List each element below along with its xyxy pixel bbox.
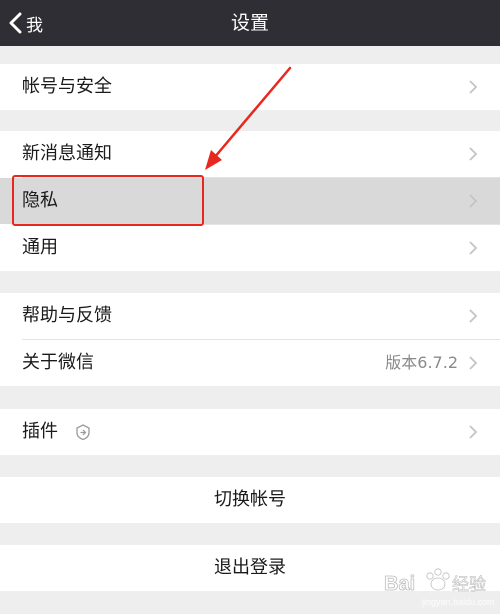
plugin-badge-icon (76, 424, 90, 441)
row-general[interactable]: 通用 (0, 225, 500, 271)
row-divider (22, 224, 500, 225)
switch-account-label: 切换帐号 (214, 489, 286, 510)
row-about-wechat[interactable]: 关于微信 版本6.7.2 (0, 340, 500, 386)
group-help: 帮助与反馈 关于微信 版本6.7.2 (0, 293, 500, 386)
group-general: 新消息通知 隐私 通用 (0, 131, 500, 271)
row-label: 新消息通知 (22, 143, 112, 164)
row-new-message-notifications[interactable]: 新消息通知 (0, 131, 500, 177)
group-account: 帐号与安全 (0, 64, 500, 110)
row-label: 关于微信 (22, 352, 94, 373)
row-privacy[interactable]: 隐私 (0, 178, 500, 224)
logout-label: 退出登录 (214, 557, 286, 578)
row-help-feedback[interactable]: 帮助与反馈 (0, 293, 500, 339)
row-account-security[interactable]: 帐号与安全 (0, 64, 500, 110)
svg-text:jingyan.baidu.com: jingyan.baidu.com (421, 597, 495, 607)
row-label: 帮助与反馈 (22, 305, 112, 326)
chevron-right-icon (469, 80, 478, 94)
chevron-left-icon (9, 12, 22, 34)
row-label: 隐私 (22, 190, 58, 211)
chevron-right-icon (469, 147, 478, 161)
row-label: 插件 (22, 421, 58, 442)
logout-button[interactable]: 退出登录 (0, 545, 500, 591)
row-label: 帐号与安全 (22, 76, 112, 97)
row-plugins[interactable]: 插件 (0, 409, 500, 455)
group-switch-account: 切换帐号 (0, 477, 500, 523)
page-title: 设置 (230, 12, 269, 34)
chevron-right-icon (469, 194, 478, 208)
chevron-right-icon (469, 425, 478, 439)
group-plugins: 插件 (0, 409, 500, 455)
back-button[interactable]: 我 (8, 0, 43, 46)
group-logout: 退出登录 (0, 545, 500, 591)
switch-account-button[interactable]: 切换帐号 (0, 477, 500, 523)
row-divider (22, 177, 500, 178)
chevron-right-icon (469, 356, 478, 370)
version-value: 版本6.7.2 (385, 353, 458, 372)
chevron-right-icon (469, 309, 478, 323)
chevron-right-icon (469, 241, 478, 255)
back-label: 我 (26, 15, 43, 36)
row-label: 通用 (22, 237, 58, 258)
nav-bar: 我 设置 (0, 0, 500, 46)
